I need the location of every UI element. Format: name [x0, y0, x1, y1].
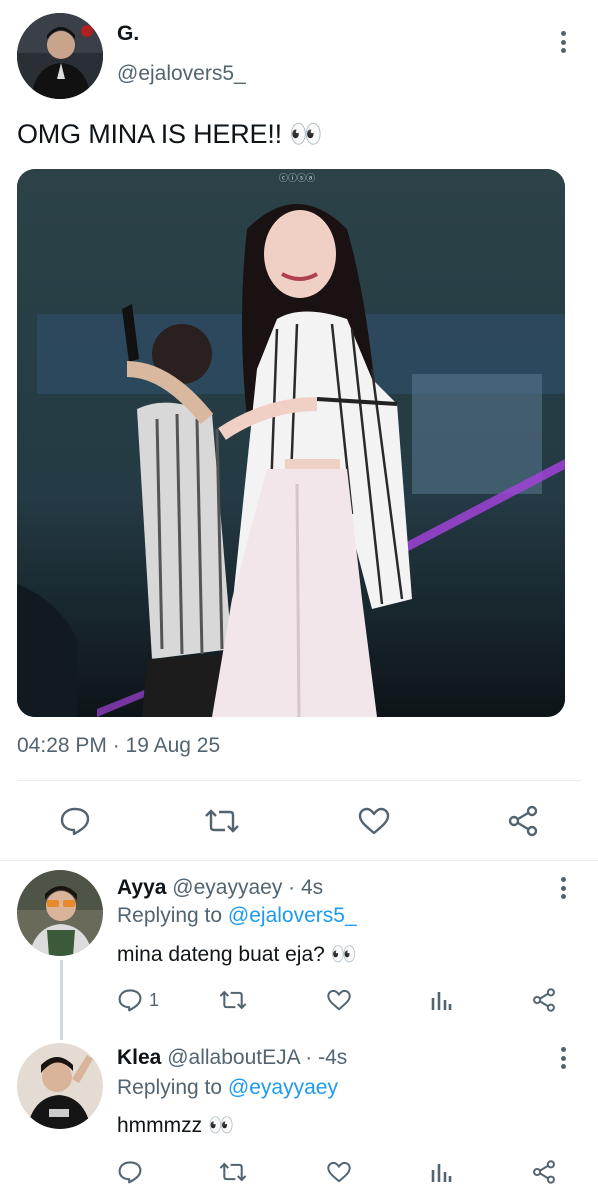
svg-text:ⓒⓘⓢⓐ: ⓒⓘⓢⓐ [279, 173, 315, 183]
reply-count: 1 [149, 989, 160, 1010]
reply-header: Ayya @eyayyaey · 4s [117, 876, 323, 900]
retweet-icon [219, 1162, 247, 1182]
share-icon [533, 988, 555, 1012]
concert-photo: ⓒⓘⓢⓐ [17, 169, 565, 717]
replying-to-label: Replying to [117, 904, 223, 927]
reply-more-options-icon[interactable] [553, 1044, 573, 1072]
reply-time[interactable]: · 4s [288, 876, 323, 899]
like-icon [327, 1161, 351, 1183]
reply-analytics-button[interactable] [430, 1160, 452, 1189]
reply-display-name[interactable]: Ayya [117, 876, 166, 899]
reply-reply-button[interactable] [117, 1160, 149, 1184]
share-icon [533, 1160, 555, 1184]
reply-like-button[interactable] [326, 988, 352, 1017]
tweet-text: OMG MINA IS HERE!! 👀 [17, 119, 323, 149]
reply-analytics-button[interactable] [430, 988, 452, 1017]
more-options-icon[interactable] [553, 28, 573, 56]
author-avatar[interactable] [17, 13, 103, 99]
analytics-icon [431, 992, 452, 1010]
like-icon [327, 989, 351, 1011]
main-share-button[interactable] [506, 804, 540, 843]
retweet-icon [205, 809, 239, 833]
retweet-icon [219, 990, 247, 1010]
replying-to: Replying to @eyayyaey [117, 1076, 338, 1100]
tweet-timestamp[interactable]: 04:28 PM · 19 Aug 25 [17, 734, 220, 758]
thread-line [60, 960, 63, 1040]
reply-header: Klea @allaboutEJA · -4s [117, 1046, 347, 1070]
reply-display-name[interactable]: Klea [117, 1046, 161, 1069]
reply-reply-button[interactable]: 1 [117, 988, 159, 1012]
reply-avatar[interactable] [17, 870, 103, 956]
reply-text: hmmmzz 👀 [117, 1114, 235, 1137]
share-icon [508, 805, 538, 837]
reply-text: mina dateng buat eja? 👀 [117, 943, 357, 966]
analytics-icon [431, 1164, 452, 1182]
main-reply-button[interactable] [59, 806, 91, 841]
reply-time[interactable]: · -4s [305, 1046, 347, 1069]
reply-share-button[interactable] [531, 986, 557, 1019]
reply-more-options-icon[interactable] [553, 874, 573, 902]
reply-avatar[interactable] [17, 1043, 103, 1129]
main-like-button[interactable] [357, 806, 391, 841]
replying-to-handle[interactable]: @ejalovers5_ [228, 904, 357, 927]
reply-share-button[interactable] [531, 1158, 557, 1191]
reply-icon [118, 1161, 142, 1184]
divider [17, 780, 581, 781]
replying-to-label: Replying to [117, 1076, 223, 1099]
reply-handle[interactable]: @allaboutEJA [167, 1046, 299, 1069]
reply-like-button[interactable] [326, 1160, 352, 1189]
reply-icon [60, 807, 90, 836]
like-icon [358, 807, 390, 835]
replying-to-handle[interactable]: @eyayyaey [228, 1076, 338, 1099]
reply-retweet-button[interactable] [218, 988, 248, 1017]
reply-retweet-button[interactable] [218, 1160, 248, 1189]
reply-icon [118, 989, 142, 1012]
tweet-media[interactable]: ⓒⓘⓢⓐ [17, 169, 565, 717]
reply-handle[interactable]: @eyayyaey [172, 876, 282, 899]
replying-to: Replying to @ejalovers5_ [117, 904, 357, 928]
main-retweet-button[interactable] [203, 806, 241, 841]
author-handle[interactable]: @ejalovers5_ [117, 62, 246, 86]
divider [0, 860, 598, 861]
author-display-name[interactable]: G. [117, 22, 139, 46]
